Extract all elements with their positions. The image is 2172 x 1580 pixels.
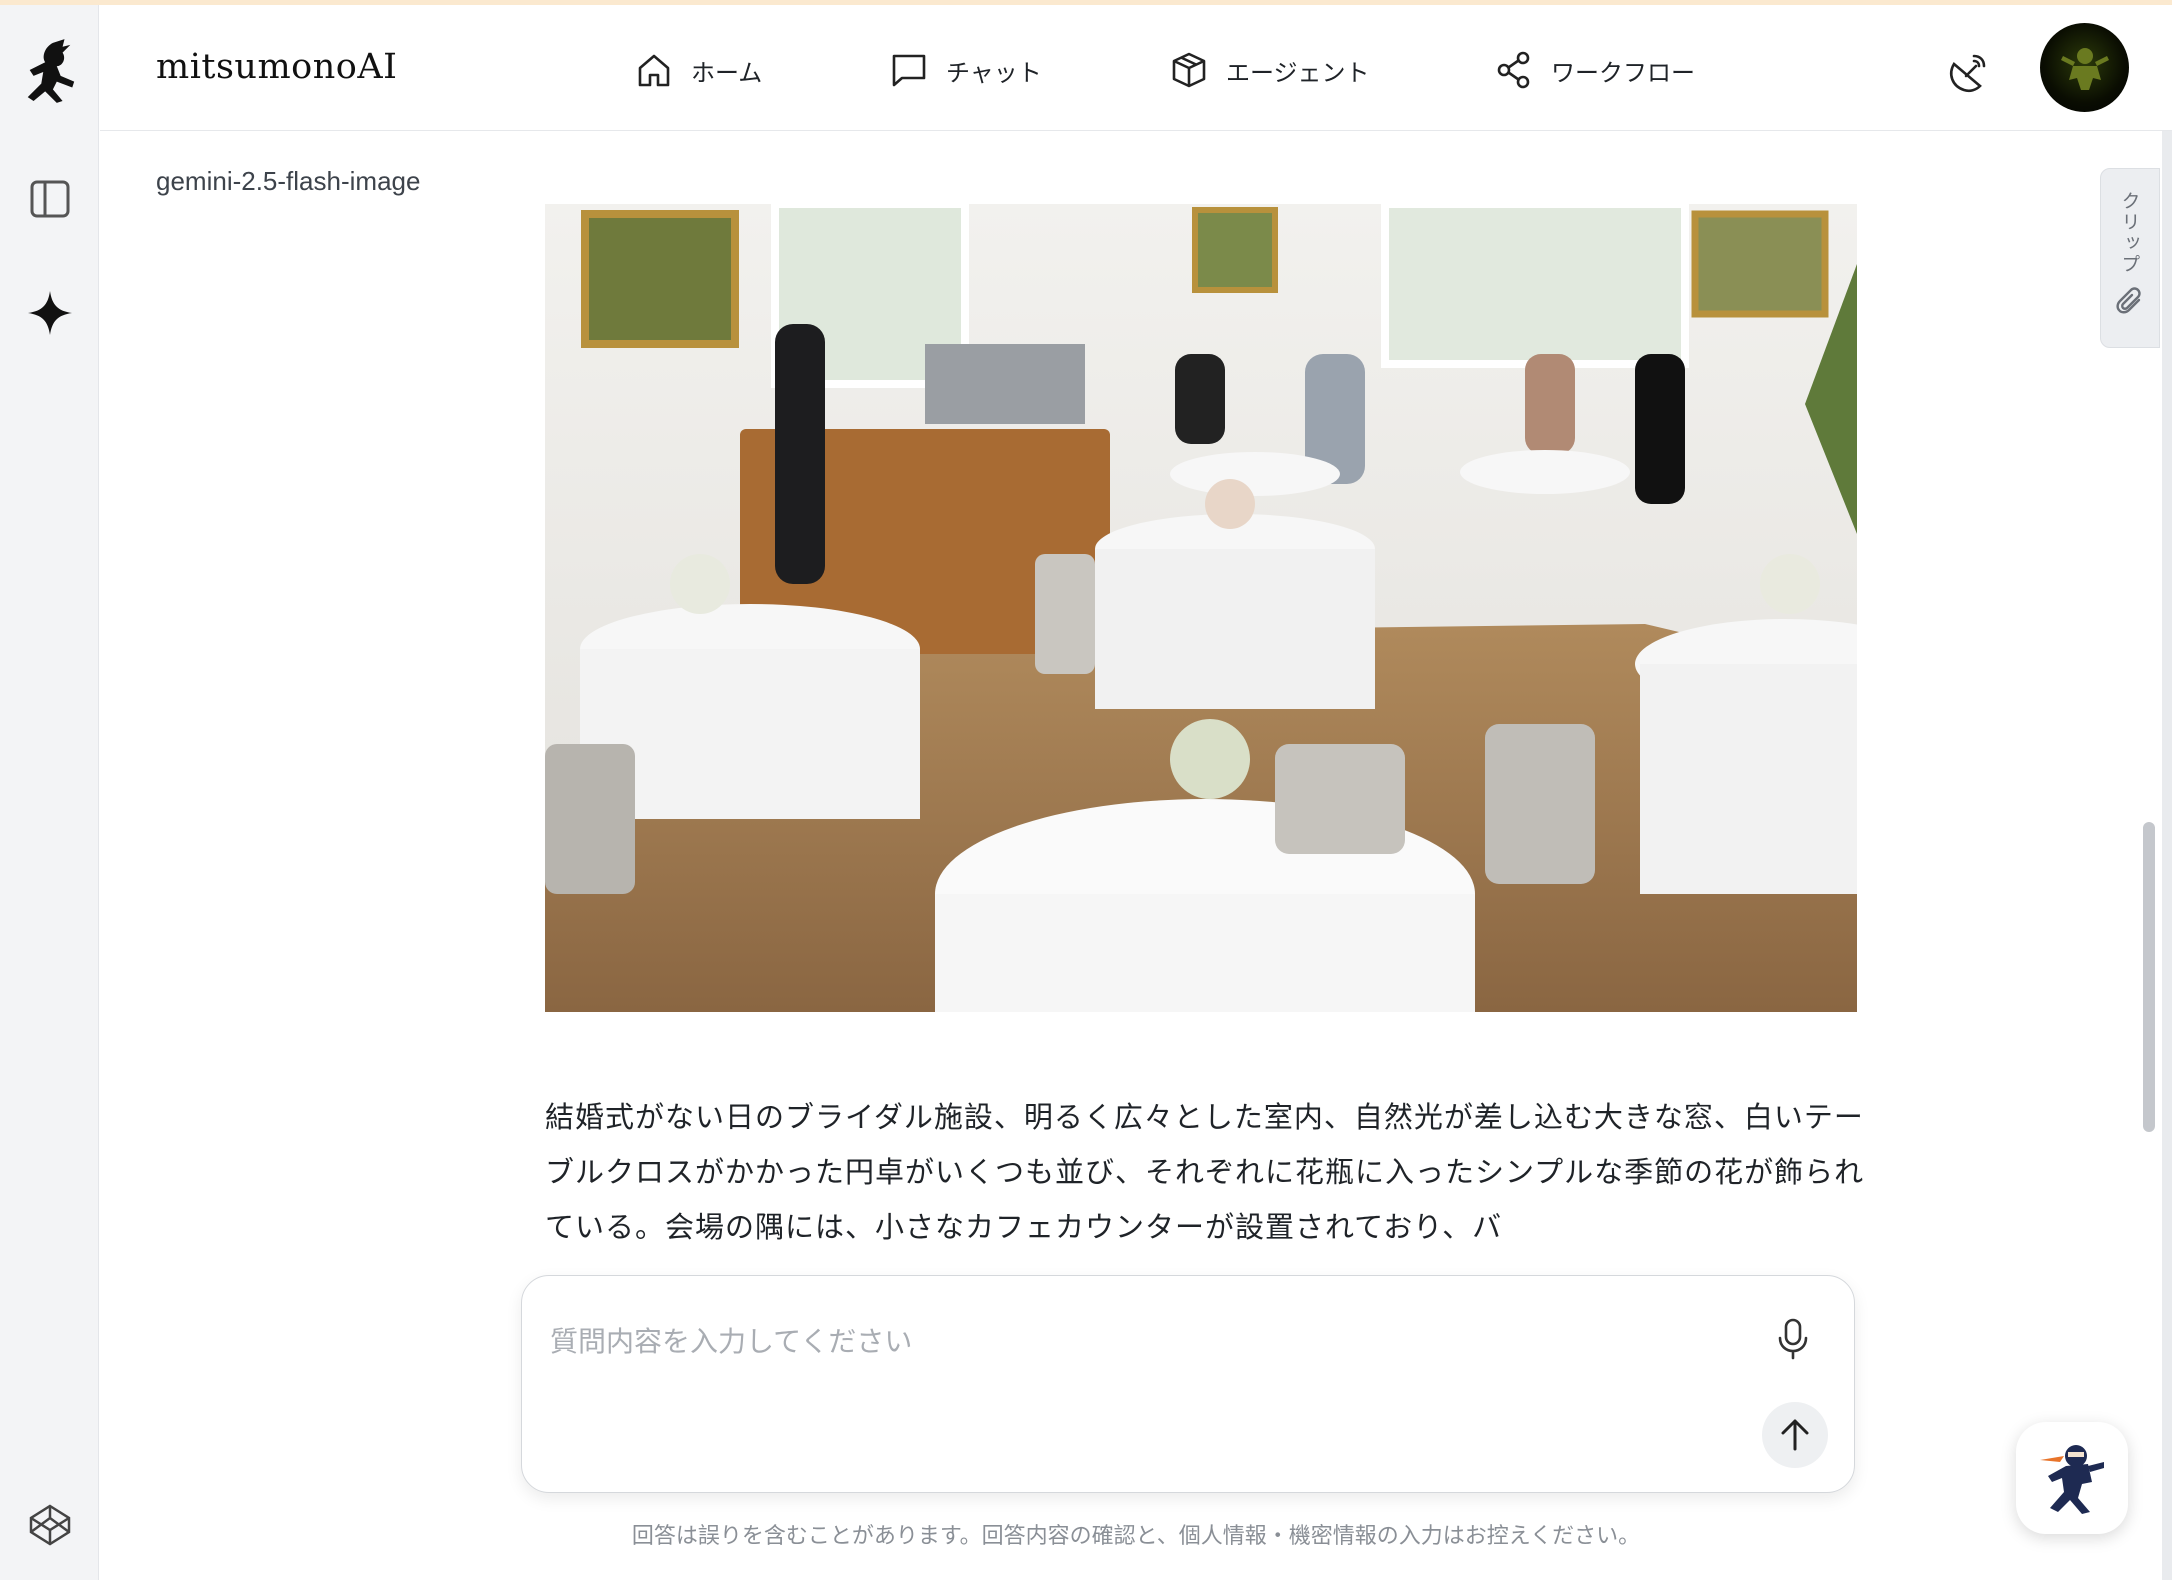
home-icon bbox=[638, 54, 670, 87]
microphone-icon bbox=[1778, 1318, 1808, 1360]
nav-label-agent: エージェント bbox=[1226, 58, 1370, 87]
ninja-mascot-icon bbox=[2040, 1445, 2104, 1514]
assistant-ninja-button[interactable] bbox=[2016, 1422, 2128, 1534]
sidebar-toggle-icon[interactable] bbox=[20, 169, 80, 229]
question-input[interactable] bbox=[550, 1316, 1750, 1366]
nav-item-agent[interactable]: エージェント bbox=[1170, 45, 1370, 95]
right-gutter bbox=[2162, 131, 2172, 1580]
assistant-message-text: 結婚式がない日のブライダル施設、明るく広々とした室内、自然光が差し込む大きな窓、… bbox=[545, 1100, 1865, 1244]
send-button[interactable] bbox=[1762, 1402, 1828, 1468]
cube-icon bbox=[1172, 52, 1206, 88]
app-brand[interactable]: mitsumonoAI bbox=[156, 47, 397, 87]
generated-image[interactable] bbox=[545, 204, 1857, 1012]
nav-label-chat: チャット bbox=[946, 58, 1042, 87]
top-header: mitsumonoAI ホーム チャット エージェント ワークフロー bbox=[100, 5, 2172, 131]
microphone-button[interactable] bbox=[1768, 1314, 1818, 1364]
scrollbar-thumb[interactable] bbox=[2143, 822, 2155, 1132]
nav-item-chat[interactable]: チャット bbox=[890, 45, 1042, 95]
arrow-up-icon bbox=[1781, 1419, 1809, 1451]
ninja-logo-icon[interactable] bbox=[20, 39, 80, 103]
satellite-dish-icon[interactable] bbox=[1943, 47, 1993, 97]
model-name-label: gemini-2.5-flash-image bbox=[156, 166, 421, 196]
chat-icon bbox=[892, 54, 926, 87]
nav-item-workflow[interactable]: ワークフロー bbox=[1495, 45, 1695, 95]
left-rail bbox=[0, 5, 99, 1580]
share-nodes-icon bbox=[1497, 51, 1530, 89]
nav-label-home: ホーム bbox=[691, 58, 763, 87]
nav-label-workflow: ワークフロー bbox=[1551, 58, 1695, 87]
nav-item-home[interactable]: ホーム bbox=[635, 45, 762, 95]
user-avatar[interactable] bbox=[2040, 23, 2129, 112]
sparkle-icon[interactable] bbox=[20, 283, 80, 343]
disclaimer-text: 回答は誤りを含むことがあります。回答内容の確認と、個人情報・機密情報の入力はお控… bbox=[631, 1524, 1641, 1549]
chat-input-box bbox=[521, 1275, 1855, 1493]
